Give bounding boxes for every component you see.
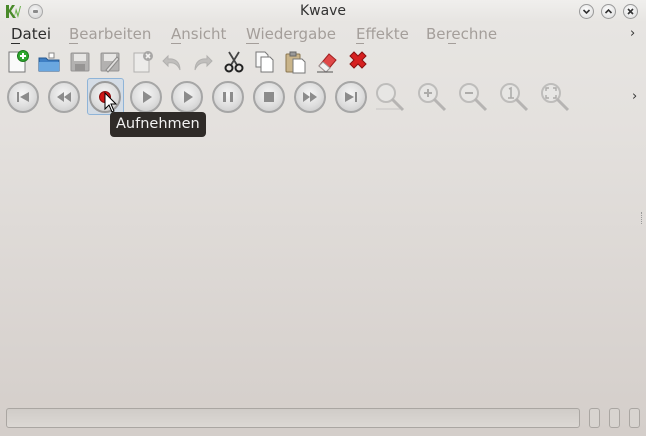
zoom-all-icon[interactable] bbox=[539, 81, 571, 113]
window-title: Kwave bbox=[299, 3, 347, 19]
delete-icon[interactable] bbox=[346, 50, 370, 74]
menu-bar: Datei Bearbeiten Ansicht Wiedergabe Effe… bbox=[0, 24, 646, 46]
fast-forward-icon bbox=[303, 92, 317, 102]
zoom-original-icon[interactable] bbox=[498, 81, 530, 113]
stop-button[interactable] bbox=[253, 81, 285, 113]
save-icon[interactable] bbox=[68, 50, 92, 74]
menu-effekte[interactable]: Effekte bbox=[356, 25, 409, 43]
zoom-out-icon[interactable] bbox=[457, 81, 489, 113]
cut-icon[interactable] bbox=[222, 50, 246, 74]
maximize-button[interactable] bbox=[601, 4, 616, 19]
open-folder-icon[interactable] bbox=[37, 50, 61, 74]
copy-icon[interactable] bbox=[253, 50, 277, 74]
menu-ansicht[interactable]: Ansicht bbox=[171, 25, 226, 43]
close-icon bbox=[627, 8, 634, 15]
stop-icon bbox=[264, 92, 274, 102]
menu-label: Wiedergabe bbox=[246, 25, 337, 43]
skip-to-end-button[interactable] bbox=[335, 81, 367, 113]
resize-grip[interactable] bbox=[641, 212, 644, 224]
paste-icon[interactable] bbox=[283, 50, 307, 74]
rewind-button[interactable] bbox=[48, 81, 80, 113]
app-window: Kwave Datei Bearbeiten Ansicht Wiedergab… bbox=[0, 0, 646, 436]
menu-label: Datei bbox=[11, 25, 52, 43]
play-loop-icon bbox=[184, 91, 193, 103]
mnemonic-underline bbox=[11, 43, 20, 44]
play-button[interactable] bbox=[130, 81, 162, 113]
play-icon bbox=[143, 91, 152, 103]
erase-icon[interactable] bbox=[315, 50, 339, 74]
zoom-to-selection-icon[interactable] bbox=[374, 81, 406, 113]
pause-icon bbox=[223, 92, 233, 102]
toolbar-overflow-chevron-icon[interactable]: › bbox=[632, 89, 637, 104]
chevron-up-icon bbox=[604, 8, 613, 14]
status-bar bbox=[6, 408, 580, 428]
close-file-icon[interactable] bbox=[131, 50, 155, 74]
status-slot bbox=[629, 408, 640, 428]
menu-bearbeiten[interactable]: Bearbeiten bbox=[69, 25, 151, 43]
status-slot bbox=[589, 408, 600, 428]
menu-datei[interactable]: Datei bbox=[11, 25, 51, 43]
mnemonic-underline bbox=[246, 43, 259, 44]
skip-to-start-icon bbox=[17, 92, 29, 102]
menu-label: Berechne bbox=[426, 25, 498, 43]
menu-label: Bearbeiten bbox=[69, 25, 152, 43]
chevron-down-icon bbox=[582, 9, 591, 15]
menu-label: Effekte bbox=[356, 25, 409, 43]
undo-icon[interactable] bbox=[160, 50, 184, 74]
skip-to-start-button[interactable] bbox=[7, 81, 39, 113]
zoom-in-icon[interactable] bbox=[416, 81, 448, 113]
fast-forward-button[interactable] bbox=[294, 81, 326, 113]
rewind-icon bbox=[57, 92, 71, 102]
menu-overflow-chevron-icon[interactable]: › bbox=[630, 26, 635, 41]
menu-label: Ansicht bbox=[171, 25, 227, 43]
mouse-cursor-icon bbox=[104, 92, 118, 113]
mnemonic-underline bbox=[171, 43, 181, 44]
title-bar[interactable]: Kwave bbox=[0, 0, 646, 22]
mnemonic-underline bbox=[69, 43, 78, 44]
redo-icon[interactable] bbox=[191, 50, 215, 74]
pause-button[interactable] bbox=[212, 81, 244, 113]
mnemonic-underline bbox=[448, 43, 456, 44]
status-slot bbox=[609, 408, 620, 428]
minimize-button[interactable] bbox=[579, 4, 594, 19]
menu-wiedergabe[interactable]: Wiedergabe bbox=[246, 25, 336, 43]
menu-berechne[interactable]: Berechne bbox=[426, 25, 497, 43]
save-as-icon[interactable] bbox=[98, 50, 122, 74]
skip-to-end-icon bbox=[345, 92, 357, 102]
record-tooltip: Aufnehmen bbox=[110, 112, 206, 137]
mnemonic-underline bbox=[356, 43, 364, 44]
close-window-button[interactable] bbox=[623, 4, 638, 19]
new-file-icon[interactable] bbox=[6, 50, 30, 74]
play-loop-button[interactable] bbox=[171, 81, 203, 113]
